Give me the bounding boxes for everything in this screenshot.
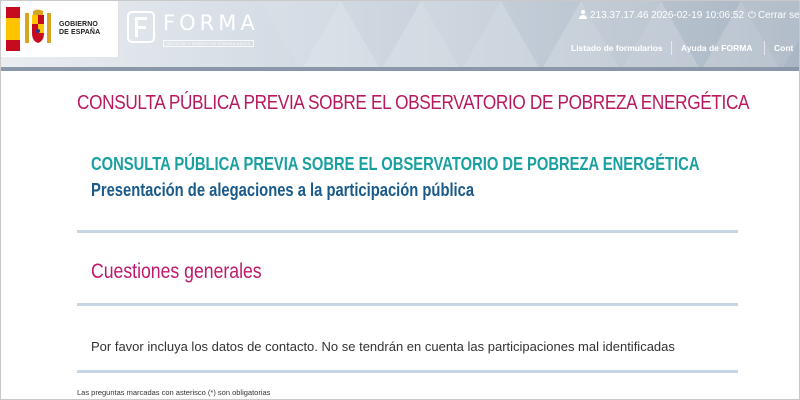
form-subtitle: Presentación de alegaciones a la partici… <box>91 180 475 200</box>
section-divider <box>77 370 738 373</box>
power-icon[interactable]: ⏻ <box>748 10 756 21</box>
session-bar: 213.37.17.46 2026-02-19 10:06:52 ⏻ Cerrar … <box>579 10 799 21</box>
nav-listado-formularios[interactable]: Listado de formularios <box>563 35 671 61</box>
form-title: CONSULTA PÚBLICA PREVIA SOBRE EL OBSERVA… <box>91 154 700 174</box>
contact-notice: Por favor incluya los datos de contacto.… <box>91 339 675 354</box>
user-icon <box>579 10 587 19</box>
forma-subtitle: GESTIÓN Y DISEÑO DE FORMULARIOS <box>163 40 254 47</box>
section-divider <box>77 303 738 306</box>
gobierno-logo[interactable]: GOBIERNO DE ESPAÑA <box>1 1 119 57</box>
spain-flag-icon <box>6 7 20 51</box>
gobierno-logo-text: GOBIERNO DE ESPAÑA <box>59 21 100 37</box>
header-bottom-bar <box>1 67 799 71</box>
gov-logo-line1: GOBIERNO <box>59 21 98 28</box>
forma-wordmark: FORMA <box>163 11 259 35</box>
section-title: Cuestiones generales <box>91 260 262 283</box>
gov-logo-line2: DE ESPAÑA <box>59 29 101 36</box>
nav-ayuda-forma[interactable]: Ayuda de FORMA <box>673 35 760 61</box>
nav-contacto[interactable]: Cont <box>766 35 799 61</box>
site-header: GOBIERNO DE ESPAÑA FORMA GESTIÓN Y DISEÑ… <box>1 1 799 71</box>
browser-viewport: GOBIERNO DE ESPAÑA FORMA GESTIÓN Y DISEÑ… <box>0 0 800 400</box>
page-title: CONSULTA PÚBLICA PREVIA SOBRE EL OBSERVA… <box>77 92 750 114</box>
forma-logo-icon <box>127 11 155 43</box>
logout-link[interactable]: Cerrar ses <box>758 10 799 21</box>
top-nav: Listado de formularios Ayuda de FORMA Co… <box>563 35 799 61</box>
section-divider <box>77 230 738 233</box>
spain-coat-of-arms-icon <box>25 9 51 43</box>
nav-separator <box>764 41 765 55</box>
nav-separator <box>671 41 672 55</box>
required-fields-note: Las preguntas marcadas con asterisco (*)… <box>77 388 271 397</box>
forma-logo[interactable]: FORMA GESTIÓN Y DISEÑO DE FORMULARIOS <box>127 9 257 49</box>
session-info: 213.37.17.46 2026-02-19 10:06:52 <box>590 10 745 21</box>
